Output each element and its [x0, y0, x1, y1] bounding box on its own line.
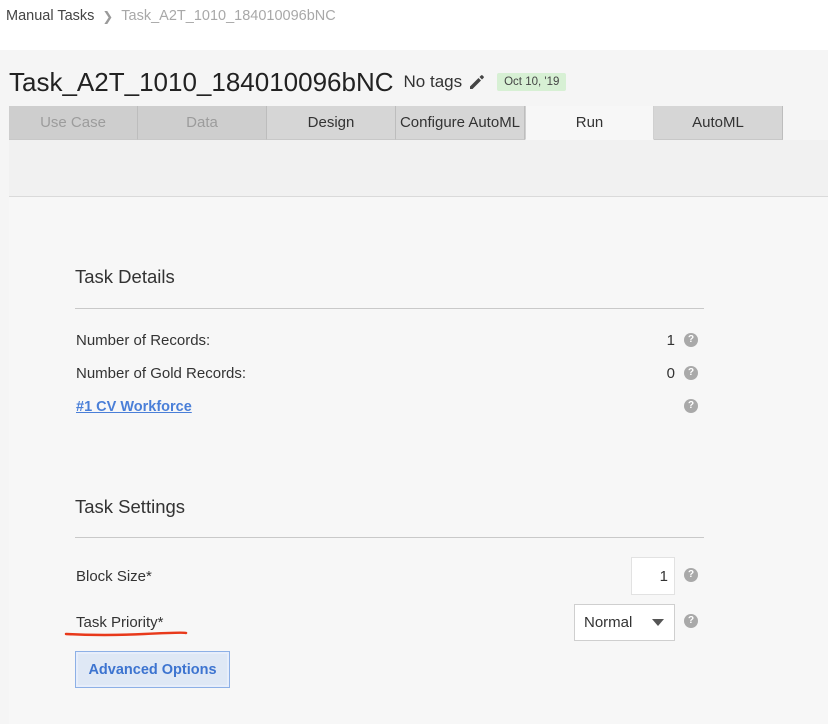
advanced-options-button[interactable]: Advanced Options — [75, 651, 230, 688]
records-label: Number of Records: — [76, 332, 211, 349]
gold-records-label: Number of Gold Records: — [76, 365, 247, 382]
title-row: Task_A2T_1010_184010096bNC No tags Oct 1… — [9, 63, 567, 101]
tab-configure-automl[interactable]: Configure AutoML — [396, 106, 525, 140]
workforce-link-row: #1 CV Workforce — [76, 398, 192, 415]
task-settings-heading: Task Settings — [75, 496, 186, 517]
tags-label[interactable]: No tags — [404, 72, 463, 92]
red-underline-annotation — [64, 631, 188, 637]
breadcrumb-current-task: Task_A2T_1010_184010096bNC — [121, 8, 336, 24]
task-priority-value: Normal — [584, 614, 633, 631]
breadcrumb-manual-tasks[interactable]: Manual Tasks — [6, 8, 94, 24]
task-details-heading: Task Details — [75, 266, 175, 287]
gold-records-value: 0 — [666, 365, 675, 382]
records-value: 1 — [666, 332, 675, 349]
breadcrumb: Manual Tasks ❯ Task_A2T_1010_184010096bN… — [0, 0, 828, 50]
help-icon[interactable]: ? — [684, 333, 698, 347]
block-size-label: Block Size* — [76, 568, 152, 585]
tab-bar: Use Case Data Design Configure AutoML Ru… — [9, 106, 783, 140]
tab-automl[interactable]: AutoML — [654, 106, 783, 140]
task-priority-select[interactable]: Normal — [574, 604, 675, 641]
tab-run[interactable]: Run — [525, 106, 654, 140]
tab-design[interactable]: Design — [267, 106, 396, 140]
help-icon[interactable]: ? — [684, 399, 698, 413]
toolbar-strip — [9, 140, 828, 197]
pencil-icon[interactable] — [468, 73, 486, 91]
help-icon[interactable]: ? — [684, 366, 698, 380]
help-icon[interactable]: ? — [684, 614, 698, 628]
tab-use-case[interactable]: Use Case — [9, 106, 138, 140]
divider — [75, 537, 704, 538]
page-title: Task_A2T_1010_184010096bNC — [9, 66, 394, 97]
run-tab-content: Task Details Number of Records: 1 ? Numb… — [9, 140, 828, 724]
help-icon[interactable]: ? — [684, 568, 698, 582]
date-badge: Oct 10, '19 — [497, 73, 567, 91]
chevron-right-icon: ❯ — [102, 9, 114, 24]
divider — [75, 308, 704, 309]
caret-down-icon — [652, 619, 664, 626]
tab-data[interactable]: Data — [138, 106, 267, 140]
workforce-link[interactable]: #1 CV Workforce — [76, 399, 192, 415]
block-size-input[interactable]: 1 — [631, 557, 675, 595]
